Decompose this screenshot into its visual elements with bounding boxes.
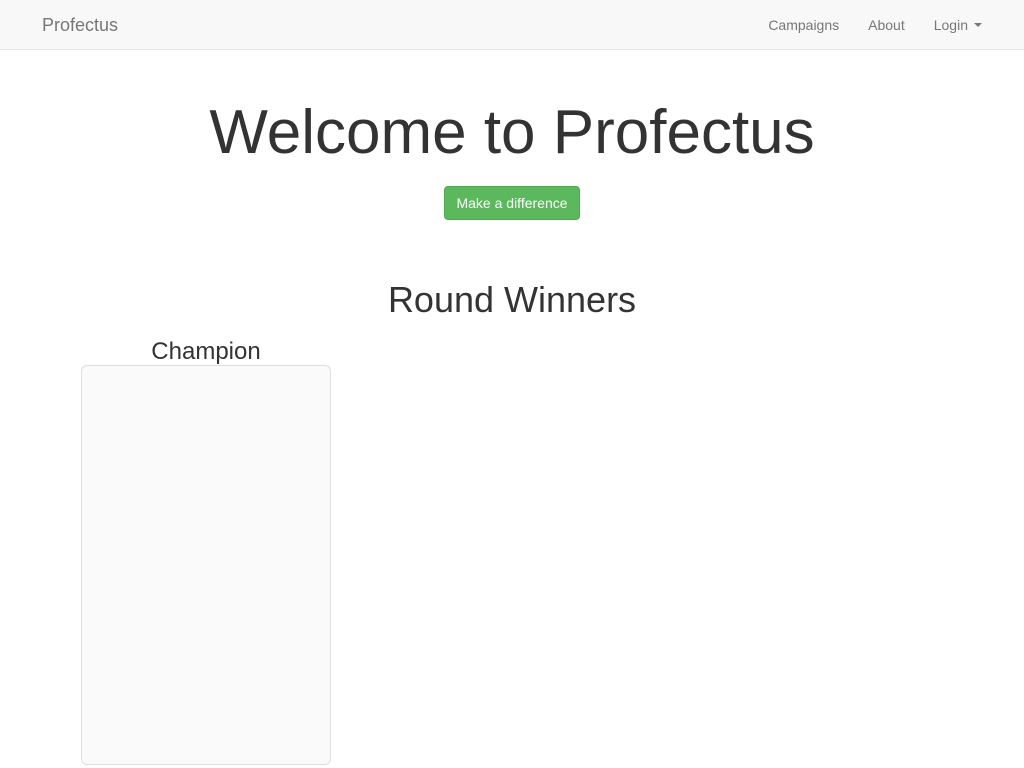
nav-links: Campaigns About Login: [739, 0, 982, 50]
nav-login-dropdown[interactable]: Login: [934, 15, 982, 35]
page-title: Welcome to Profectus: [209, 98, 815, 167]
nav-login-label: Login: [933, 17, 968, 33]
top-navbar: Profectus Campaigns About Login: [0, 0, 1024, 50]
round-winners-heading: Round Winners: [387, 279, 637, 320]
make-a-difference-button[interactable]: Make a difference: [444, 186, 580, 220]
caret-down-icon: [974, 23, 982, 27]
nav-link-campaigns[interactable]: Campaigns: [768, 15, 839, 35]
nav-link-about-label: About: [868, 17, 905, 33]
nav-link-campaigns-label: Campaigns: [768, 17, 840, 33]
nav-link-about[interactable]: About: [868, 15, 905, 35]
champion-card: [81, 365, 331, 765]
champion-heading: Champion: [151, 338, 261, 365]
brand-link[interactable]: Profectus: [42, 14, 118, 36]
